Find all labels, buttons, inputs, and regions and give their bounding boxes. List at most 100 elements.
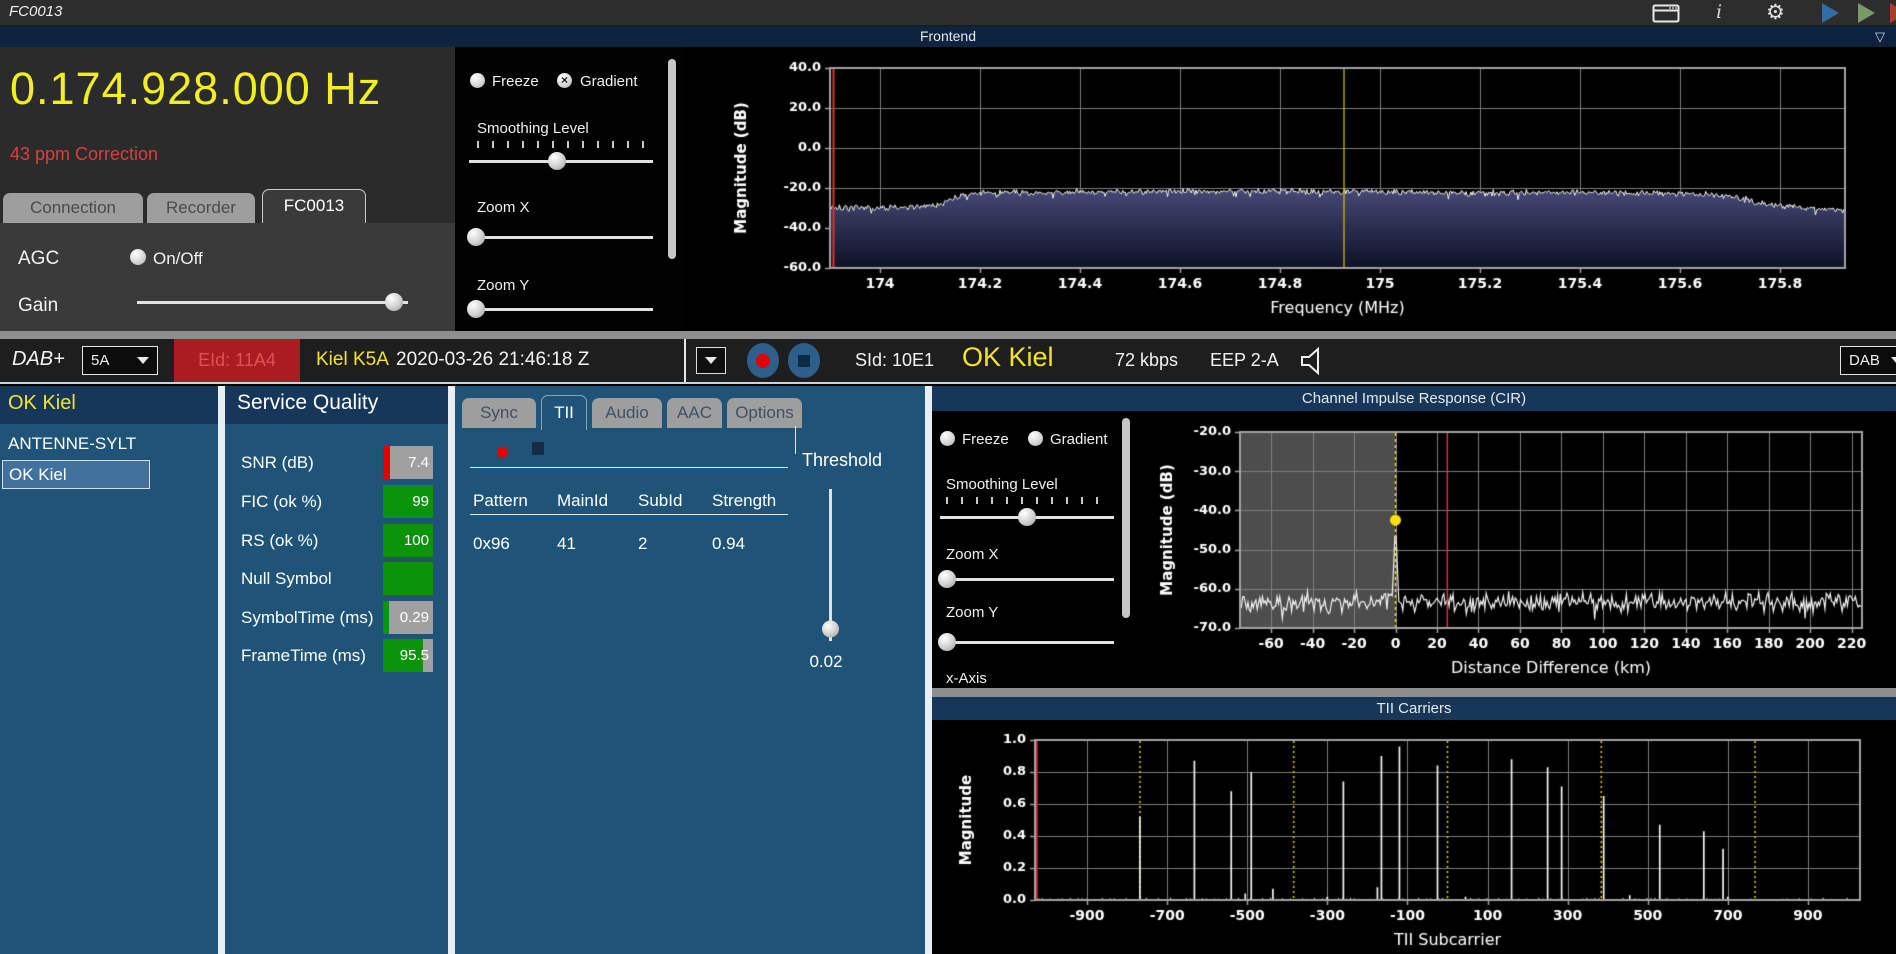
tab-audio[interactable]: Audio <box>592 398 662 428</box>
agc-label: AGC <box>18 248 60 269</box>
zoomy-slider-handle[interactable] <box>467 300 486 318</box>
ensemble-name: Kiel K5A <box>316 349 389 370</box>
frontend-panel-header: Frontend <box>0 26 1896 47</box>
cir-gradient-radio[interactable] <box>1028 431 1043 446</box>
tii-status-dot <box>497 447 508 458</box>
controls-scrollbar[interactable] <box>668 59 676 259</box>
quality-value: 7.4 <box>408 454 429 471</box>
gear-icon[interactable]: ⚙ <box>1766 0 1785 25</box>
quality-row: SNR (dB) 7.4 <box>225 446 448 479</box>
list-item-selected[interactable]: OK Kiel <box>2 460 150 489</box>
smoothing-slider[interactable] <box>469 151 653 171</box>
bitrate: 72 kbps <box>1115 350 1179 370</box>
chevron-down-icon <box>705 357 717 364</box>
zoomx-slider-handle[interactable] <box>467 228 486 246</box>
slider-tickmarks <box>477 141 651 148</box>
cir-zoomx-slider-handle[interactable] <box>937 570 956 588</box>
tab-aac[interactable]: AAC <box>667 398 722 428</box>
cir-smoothing-label: Smoothing Level <box>946 476 1058 493</box>
threshold-slider-handle[interactable] <box>822 620 839 638</box>
gain-label: Gain <box>18 295 59 316</box>
panel-splitter[interactable] <box>218 386 225 954</box>
zoomy-label: Zoom Y <box>477 277 530 294</box>
stop-icon-clipped[interactable] <box>1890 3 1896 23</box>
service-quality-header: Service Quality <box>225 386 448 424</box>
frequency-display: 0.174.928.000 Hz <box>10 63 382 114</box>
titlebar: FC0013 i ⚙ <box>0 0 1896 26</box>
quality-row: RS (ok %) 100 <box>225 524 448 557</box>
tab-tii[interactable]: TII <box>541 395 587 430</box>
panel-splitter[interactable] <box>448 386 455 954</box>
gradient-label: Gradient <box>580 73 638 90</box>
chevron-down-icon <box>1891 357 1896 364</box>
record-button[interactable] <box>747 343 779 378</box>
dab-mode-label: DAB+ <box>12 348 65 370</box>
tab-fc0013[interactable]: FC0013 <box>262 189 366 223</box>
tii-status-square <box>532 442 544 455</box>
window-icon[interactable] <box>1652 4 1680 28</box>
cir-zoomy-slider[interactable] <box>937 632 1114 652</box>
zoomx-slider[interactable] <box>467 227 653 247</box>
app-window: FC0013 i ⚙ Frontend ▽ 0.174.928.000 Hz 4… <box>0 0 1896 954</box>
separator <box>684 339 686 382</box>
agc-radio[interactable] <box>130 249 146 265</box>
zoomy-slider[interactable] <box>467 299 653 319</box>
cir-xaxis-label: x-Axis <box>946 670 987 687</box>
spectrum-plot <box>683 47 1896 331</box>
horizontal-scrollbar[interactable] <box>932 688 1896 697</box>
cir-zoomy-slider-handle[interactable] <box>937 633 956 651</box>
channel-select[interactable]: 5A <box>82 346 158 375</box>
gain-slider-handle[interactable] <box>385 293 404 311</box>
smoothing-slider-handle[interactable] <box>548 152 567 170</box>
tii-carriers-header: TII Carriers <box>932 697 1896 720</box>
tab-connection[interactable]: Connection <box>3 193 143 223</box>
table-cell: 0x96 <box>473 534 510 553</box>
gain-slider[interactable] <box>137 292 408 312</box>
service-quality-title: Service Quality <box>237 391 379 414</box>
zoomx-label: Zoom X <box>477 199 530 216</box>
column-header: MainId <box>557 491 609 510</box>
freeze-label: Freeze <box>492 73 539 90</box>
slider-tickmarks <box>946 497 1110 504</box>
cir-gradient-label: Gradient <box>1050 431 1108 448</box>
horizontal-scrollbar[interactable] <box>0 331 1896 339</box>
tab-recorder[interactable]: Recorder <box>147 193 255 223</box>
tab-options[interactable]: Options <box>727 398 802 428</box>
column-header: Strength <box>712 491 777 510</box>
cir-zoomx-slider[interactable] <box>937 569 1114 589</box>
output-select[interactable]: DAB <box>1840 346 1896 375</box>
threshold-slider[interactable] <box>821 489 841 641</box>
dropdown-button[interactable] <box>696 347 726 374</box>
column-header: Pattern <box>473 491 528 510</box>
collapse-icon[interactable]: ▽ <box>1872 26 1888 47</box>
service-id: SId: 10E1 <box>855 350 935 370</box>
quality-row: SymbolTime (ms) 0.29 <box>225 601 448 634</box>
table-cell: 2 <box>638 534 648 553</box>
tab-sync[interactable]: Sync <box>462 398 536 428</box>
quality-value: 0.29 <box>399 609 429 626</box>
play-icon[interactable] <box>1822 3 1839 23</box>
spectrum-controls: Freeze Gradient Smoothing Level Zoom X Z… <box>455 47 683 331</box>
quality-row: FrameTime (ms) 95.5 <box>225 639 448 672</box>
cir-smoothing-slider-handle[interactable] <box>1018 508 1036 526</box>
separator <box>795 426 796 454</box>
cir-freeze-radio[interactable] <box>940 431 955 446</box>
column-header: SubId <box>638 491 683 510</box>
cir-zoomx-label: Zoom X <box>946 546 999 563</box>
stop-button[interactable] <box>788 343 820 378</box>
protection-level: EEP 2-A <box>1210 350 1279 370</box>
speaker-icon[interactable] <box>1298 346 1330 381</box>
cir-controls-scrollbar[interactable] <box>1122 418 1130 618</box>
gradient-checkbox[interactable] <box>557 73 572 88</box>
cir-smoothing-slider[interactable] <box>940 507 1114 527</box>
tuner-tab-content: AGC On/Off Gain <box>0 223 455 331</box>
quality-value <box>383 562 429 595</box>
play-all-icon[interactable] <box>1858 3 1875 23</box>
list-item[interactable]: ANTENNE-SYLT <box>8 434 136 454</box>
info-icon[interactable]: i <box>1716 1 1722 23</box>
tuner-panel: 0.174.928.000 Hz 43 ppm Correction Conne… <box>0 47 455 331</box>
panel-splitter[interactable] <box>925 386 932 954</box>
cir-freeze-label: Freeze <box>962 431 1009 448</box>
freeze-radio[interactable] <box>470 73 485 88</box>
separator <box>470 467 788 468</box>
